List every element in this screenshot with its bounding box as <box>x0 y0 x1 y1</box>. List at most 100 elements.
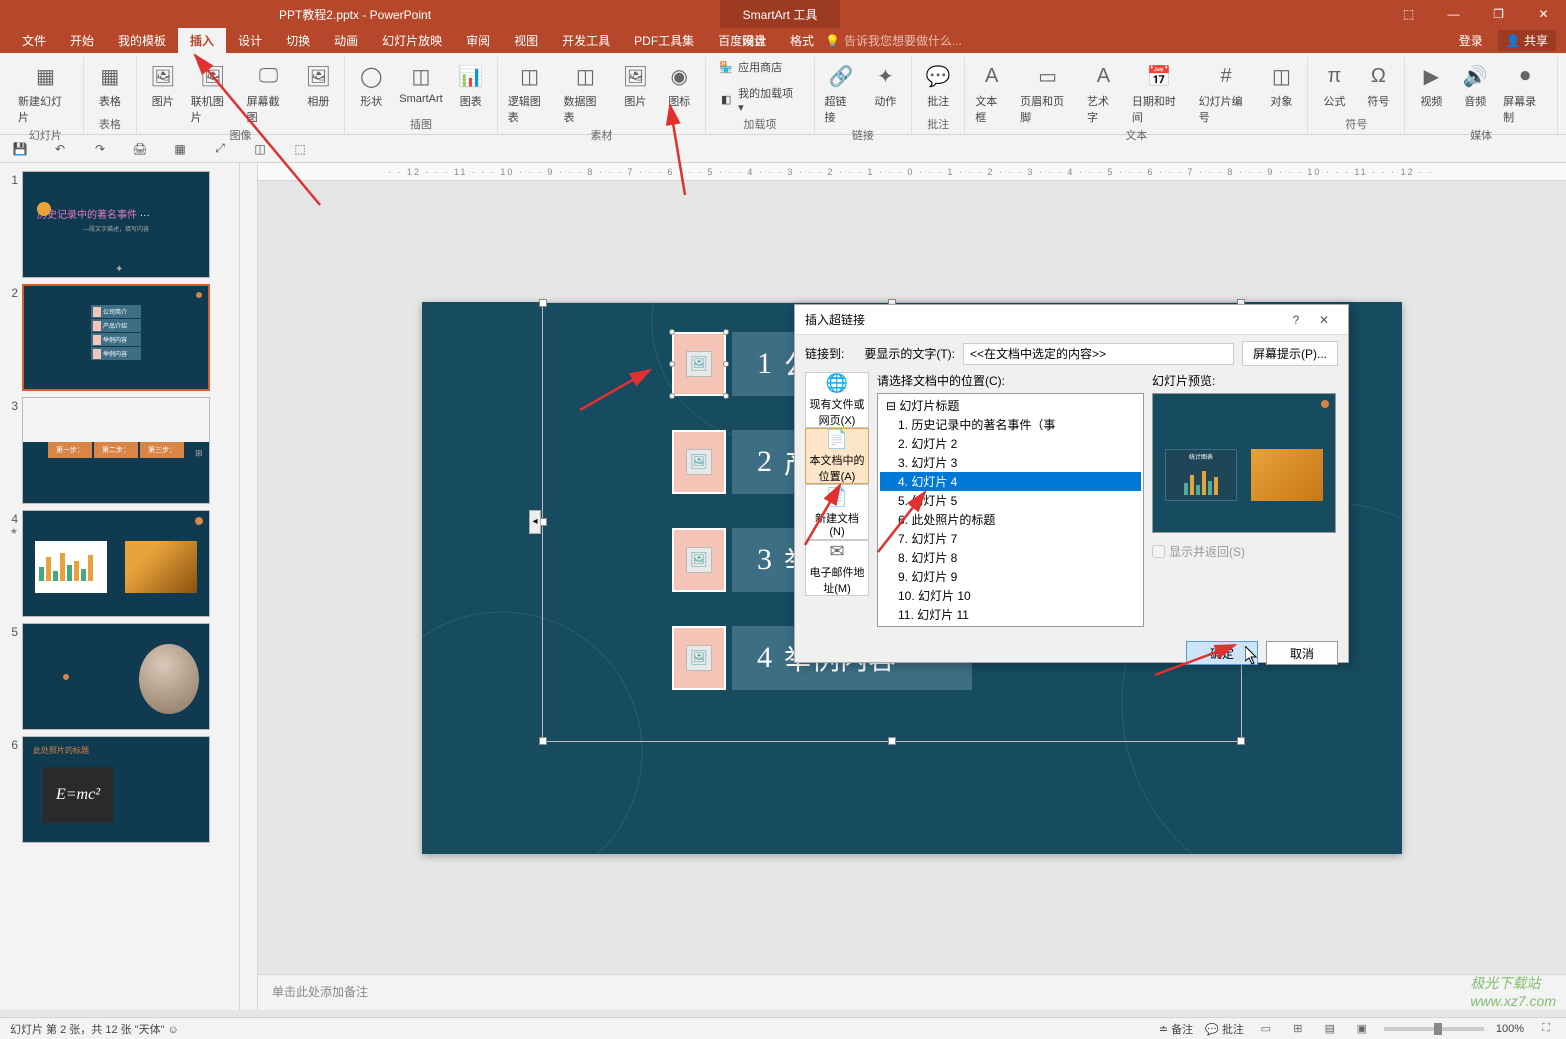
ribbon-我的加载项 ▾[interactable]: ◧我的加载项 ▾ <box>712 83 807 116</box>
ribbon-SmartArt[interactable]: ◫SmartArt <box>395 57 446 116</box>
slide-thumbnail-4[interactable] <box>22 510 210 617</box>
ribbon-艺术字[interactable]: A艺术字 <box>1083 57 1124 127</box>
ribbon-对象[interactable]: ◫对象 <box>1261 57 1301 127</box>
tree-item[interactable]: 9. 幻灯片 9 <box>880 567 1141 586</box>
screen-tip-button[interactable]: 屏幕提示(P)... <box>1242 341 1338 366</box>
login-link[interactable]: 登录 <box>1459 32 1483 49</box>
share-button[interactable]: 👤 共享 <box>1498 30 1556 51</box>
link-to-电子邮件地址(M)[interactable]: ✉电子邮件地址(M) <box>805 540 869 596</box>
ribbon-图片[interactable]: 🖼图片 <box>615 57 655 127</box>
status-notes[interactable]: ≐ 备注 <box>1159 1021 1193 1037</box>
tree-item[interactable]: 1. 历史记录中的著名事件（事 <box>880 415 1141 434</box>
slide-location-tree[interactable]: ⊟ 幻灯片标题1. 历史记录中的著名事件（事2. 幻灯片 23. 幻灯片 34.… <box>877 393 1144 627</box>
ribbon-相册[interactable]: 🖼相册 <box>298 57 338 127</box>
menu-view[interactable]: 视图 <box>502 28 550 53</box>
menu-pdf[interactable]: PDF工具集 <box>622 28 706 53</box>
slide-thumbnail-1[interactable]: 历史记录中的著名事件 ···—段文字描述，填写内容✦ <box>22 171 210 278</box>
tree-item[interactable]: 7. 幻灯片 7 <box>880 529 1141 548</box>
ribbon-符号[interactable]: Ω符号 <box>1358 57 1398 116</box>
tell-me[interactable]: 💡告诉我您想要做什么... <box>825 32 962 49</box>
ribbon-批注[interactable]: 💬批注 <box>918 57 958 116</box>
tree-item[interactable]: 11. 幻灯片 11 <box>880 605 1141 624</box>
menu-file[interactable]: 文件 <box>10 28 58 53</box>
link-to-新建文档(N)[interactable]: 📄新建文档(N) <box>805 484 869 540</box>
slide-thumbnail-2[interactable]: 公司简介产品介绍举例内容举例内容 <box>22 284 210 391</box>
show-and-return-checkbox[interactable]: 显示并返回(S) <box>1152 543 1338 560</box>
fit-to-window-button[interactable]: ⛶ <box>1536 1021 1556 1037</box>
menu-tool-design[interactable]: 设计 <box>730 28 778 53</box>
slide-thumbnail-3[interactable]: 第一步：第二步：第三步：⊞ <box>22 397 210 504</box>
qat-btn-0[interactable]: 💾 <box>10 139 30 159</box>
qat-btn-2[interactable]: ↷ <box>90 139 110 159</box>
tree-item[interactable]: 6. 此处照片的标题 <box>880 510 1141 529</box>
dialog-titlebar[interactable]: 插入超链接 ? ✕ <box>795 305 1348 335</box>
menu-review[interactable]: 审阅 <box>454 28 502 53</box>
ribbon-动作[interactable]: ✦动作 <box>865 57 905 127</box>
tree-item[interactable]: ⊟ 幻灯片标题 <box>880 396 1141 415</box>
tree-item[interactable]: 2. 幻灯片 2 <box>880 434 1141 453</box>
ribbon-联机图片[interactable]: 🖼联机图片 <box>187 57 239 127</box>
link-to-本文档中的位置(A)[interactable]: 📄本文档中的位置(A) <box>805 428 869 484</box>
ribbon-表格[interactable]: ▦表格 <box>90 57 130 116</box>
tree-item[interactable]: 5. 幻灯片 5 <box>880 491 1141 510</box>
menu-design[interactable]: 设计 <box>226 28 274 53</box>
zoom-level[interactable]: 100% <box>1496 1023 1524 1035</box>
ribbon-幻灯片编号[interactable]: #幻灯片编号 <box>1195 57 1258 127</box>
normal-view-button[interactable]: ▭ <box>1256 1021 1276 1037</box>
qat-btn-6[interactable]: ◫ <box>250 139 270 159</box>
image-placeholder[interactable]: 🖼 <box>672 332 726 396</box>
qat-btn-7[interactable]: ⬚ <box>290 139 310 159</box>
image-placeholder[interactable]: 🖼 <box>672 430 726 494</box>
ribbon-音频[interactable]: 🔊音频 <box>1455 57 1495 127</box>
qat-btn-3[interactable]: 🖨 <box>130 139 150 159</box>
ribbon-页眉和页脚[interactable]: ▭页眉和页脚 <box>1016 57 1079 127</box>
status-comments[interactable]: 💬 批注 <box>1205 1021 1244 1037</box>
ribbon-超链接[interactable]: 🔗超链接 <box>821 57 862 127</box>
ribbon-数据图表[interactable]: ◫数据图表 <box>560 57 612 127</box>
menu-insert[interactable]: 插入 <box>178 28 226 53</box>
qat-btn-1[interactable]: ↶ <box>50 139 70 159</box>
dialog-close-button[interactable]: ✕ <box>1310 313 1338 327</box>
tree-item[interactable]: 8. 幻灯片 8 <box>880 548 1141 567</box>
reading-view-button[interactable]: ▤ <box>1320 1021 1340 1037</box>
image-placeholder[interactable]: 🖼 <box>672 626 726 690</box>
display-text-input[interactable] <box>963 343 1234 365</box>
cancel-button[interactable]: 取消 <box>1266 641 1338 665</box>
sorter-view-button[interactable]: ⊞ <box>1288 1021 1308 1037</box>
menu-templates[interactable]: 我的模板 <box>106 28 178 53</box>
link-to-现有文件或网页(X)[interactable]: 🌐现有文件或网页(X) <box>805 372 869 428</box>
tree-item[interactable]: 10. 幻灯片 10 <box>880 586 1141 605</box>
menu-tool-format[interactable]: 格式 <box>778 28 826 53</box>
menu-developer[interactable]: 开发工具 <box>550 28 622 53</box>
minimize-button[interactable]: — <box>1431 0 1476 28</box>
ribbon-视频[interactable]: ▶视频 <box>1411 57 1451 127</box>
dialog-help-button[interactable]: ? <box>1282 313 1310 327</box>
ribbon-文本框[interactable]: A文本框 <box>971 57 1012 127</box>
close-button[interactable]: ✕ <box>1521 0 1566 28</box>
slide-thumbnail-5[interactable] <box>22 623 210 730</box>
menu-animations[interactable]: 动画 <box>322 28 370 53</box>
ribbon-屏幕录制[interactable]: ⏺屏幕录制 <box>1499 57 1551 127</box>
maximize-button[interactable]: ❐ <box>1476 0 1521 28</box>
smartart-expand-handle[interactable]: ◂ <box>529 510 541 534</box>
zoom-slider[interactable] <box>1384 1027 1484 1031</box>
ribbon-options-button[interactable]: ⬚ <box>1386 0 1431 28</box>
ribbon-公式[interactable]: π公式 <box>1314 57 1354 116</box>
ribbon-形状[interactable]: ◯形状 <box>351 57 391 116</box>
ribbon-图片[interactable]: 🖼图片 <box>143 57 183 127</box>
qat-btn-5[interactable]: ⤢ <box>210 139 230 159</box>
ribbon-日期和时间[interactable]: 📅日期和时间 <box>1128 57 1191 127</box>
slide-thumbnail-panel[interactable]: 1历史记录中的著名事件 ···—段文字描述，填写内容✦2公司简介产品介绍举例内容… <box>0 163 240 1010</box>
ribbon-图表[interactable]: 📊图表 <box>451 57 491 116</box>
ribbon-应用商店[interactable]: 🏪应用商店 <box>712 57 807 77</box>
tree-item[interactable]: 4. 幻灯片 4 <box>880 472 1141 491</box>
menu-home[interactable]: 开始 <box>58 28 106 53</box>
menu-transitions[interactable]: 切换 <box>274 28 322 53</box>
qat-btn-4[interactable]: ▦ <box>170 139 190 159</box>
ribbon-新建幻灯片[interactable]: ▦新建幻灯片 <box>14 57 77 127</box>
ribbon-逻辑图表[interactable]: ◫逻辑图表 <box>504 57 556 127</box>
notes-pane[interactable]: 单击此处添加备注 <box>258 974 1566 1010</box>
menu-slideshow[interactable]: 幻灯片放映 <box>370 28 454 53</box>
slide-thumbnail-6[interactable]: 此处照片的标题E=mc² <box>22 736 210 843</box>
slideshow-view-button[interactable]: ▣ <box>1352 1021 1372 1037</box>
